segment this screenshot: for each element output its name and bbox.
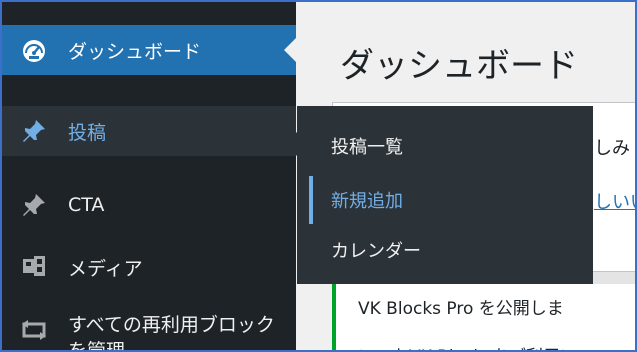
submenu-item-label: 新規追加: [331, 191, 403, 212]
sidebar-item-reusable-blocks[interactable]: すべての再利用ブロックを管理: [2, 302, 296, 352]
notice-text: いつもVK Blocksをご利用い: [358, 342, 577, 350]
welcome-text: しみ: [594, 138, 630, 159]
submenu-item-all-posts[interactable]: 投稿一覧: [297, 122, 593, 170]
flyout-arrow: [285, 132, 297, 156]
hover-indicator: [309, 176, 313, 224]
posts-submenu-flyout: 投稿一覧 新規追加 カレンダー: [297, 106, 593, 284]
admin-sidebar: ダッシュボード 投稿 CTA メディア すべての再利用ブロックを管理: [2, 2, 296, 352]
reusable-blocks-icon: [16, 312, 52, 348]
submenu-item-calendar[interactable]: カレンダー: [297, 226, 593, 274]
current-page-arrow: [284, 38, 296, 62]
pin-icon: [16, 113, 52, 149]
screenshot-frame: ダッシュボード 投稿 CTA メディア すべての再利用ブロックを管理 ダッシュボ…: [0, 0, 637, 352]
sidebar-item-label: すべての再利用ブロックを管理: [68, 314, 275, 352]
sidebar-item-posts[interactable]: 投稿: [2, 106, 296, 156]
submenu-item-label: 投稿一覧: [331, 137, 403, 158]
sidebar-item-cta[interactable]: CTA: [2, 180, 296, 230]
sidebar-item-dashboard[interactable]: ダッシュボード: [2, 25, 296, 75]
admin-topbar: [2, 2, 296, 24]
sidebar-item-label: 投稿: [68, 121, 107, 144]
notice-title: VK Blocks Pro を公開しま: [358, 299, 564, 319]
sidebar-item-label: ダッシュボード: [68, 40, 202, 63]
dashboard-gauge-icon: [16, 32, 52, 68]
pin-icon: [16, 187, 52, 223]
media-icon: [16, 249, 52, 285]
sidebar-item-media[interactable]: メディア: [2, 242, 296, 292]
submenu-item-label: カレンダー: [331, 241, 421, 262]
submenu-item-add-new[interactable]: 新規追加: [297, 176, 593, 224]
notice-box: VK Blocks Pro を公開しま いつもVK Blocksをご利用い: [332, 284, 635, 350]
sidebar-item-label: メディア: [68, 257, 143, 280]
sidebar-item-label: CTA: [68, 194, 105, 216]
page-title: ダッシュボード: [340, 46, 578, 86]
welcome-link[interactable]: しいい: [594, 188, 635, 214]
